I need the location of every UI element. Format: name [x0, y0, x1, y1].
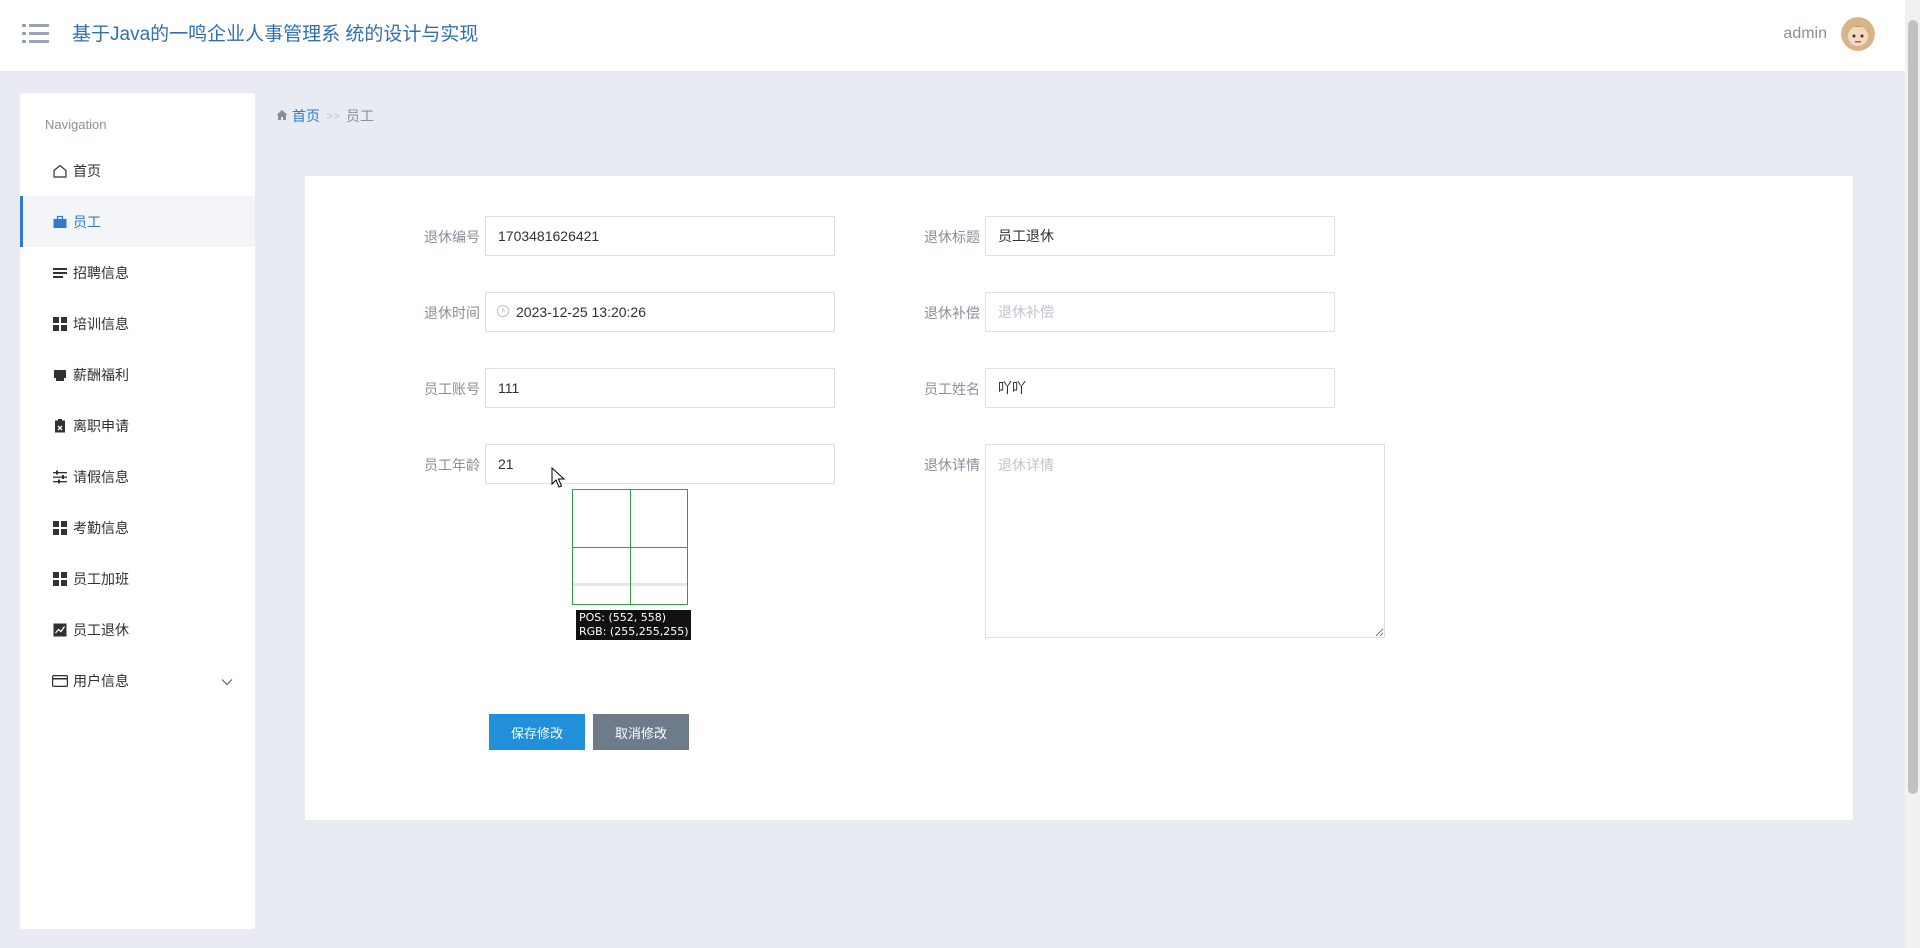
top-header: 基于Java的一鸣企业人事管理系 统的设计与实现 admin [0, 0, 1920, 71]
sidebar-item-label: 薪酬福利 [73, 366, 129, 383]
sidebar-item-user-info[interactable]: 用户信息 [20, 655, 255, 706]
sidebar-item-resignation[interactable]: 离职申请 [20, 400, 255, 451]
magnifier-crosshair-horizontal [573, 547, 687, 548]
page-scrollbar[interactable] [1905, 0, 1920, 948]
nav-heading: Navigation [45, 117, 107, 132]
sidebar-item-training[interactable]: 培训信息 [20, 298, 255, 349]
retire-detail-label: 退休详情 [924, 457, 980, 473]
sidebar-item-employee[interactable]: 员工 [20, 196, 255, 247]
retire-no-label: 退休编号 [424, 229, 480, 245]
sidebar-item-label: 培训信息 [73, 315, 129, 332]
sidebar-item-label: 员工 [73, 213, 101, 230]
rgb-readout: RGB: (255,255,255) [579, 625, 689, 638]
sidebar-item-label: 首页 [73, 162, 101, 179]
sidebar-item-retirement[interactable]: 员工退休 [20, 604, 255, 655]
grid-icon [52, 520, 68, 536]
retire-title-label: 退休标题 [924, 229, 980, 245]
list-icon [52, 265, 68, 281]
sidebar-item-attendance[interactable]: 考勤信息 [20, 502, 255, 553]
sidebar-item-recruitment[interactable]: 招聘信息 [20, 247, 255, 298]
save-button[interactable]: 保存修改 [489, 714, 585, 750]
sidebar-item-label: 招聘信息 [73, 264, 129, 281]
sidebar-item-label: 员工加班 [73, 570, 129, 587]
pos-readout: POS: (552, 558) [579, 611, 667, 624]
retire-comp-label: 退休补偿 [924, 305, 980, 321]
grid-icon [52, 571, 68, 587]
emp-name-label: 员工姓名 [924, 381, 980, 397]
sidebar-item-overtime[interactable]: 员工加班 [20, 553, 255, 604]
pixel-readout: POS: (552, 558) RGB: (255,255,255) [576, 610, 692, 640]
clipboard-icon [52, 418, 68, 434]
retire-detail-textarea[interactable] [985, 444, 1385, 638]
sidebar-item-label: 考勤信息 [73, 519, 129, 536]
emp-name-input[interactable] [985, 368, 1335, 408]
retire-time-label: 退休时间 [424, 305, 480, 321]
cancel-button[interactable]: 取消修改 [593, 714, 689, 750]
sidebar-item-label: 员工退休 [73, 621, 129, 638]
breadcrumb-separator: >> [326, 109, 341, 123]
breadcrumb-home-link[interactable]: 首页 [292, 106, 320, 126]
retire-time-picker[interactable] [485, 292, 835, 332]
breadcrumb-current: 员工 [346, 108, 375, 124]
user-name: admin [1783, 25, 1827, 42]
printer-icon [52, 367, 68, 383]
emp-account-input[interactable] [485, 368, 835, 408]
sidebar-item-label: 离职申请 [73, 417, 129, 434]
retire-comp-input[interactable] [985, 292, 1335, 332]
home-icon [52, 163, 68, 179]
scrollbar-thumb[interactable] [1908, 20, 1918, 794]
card-icon [52, 673, 68, 689]
sliders-icon [52, 469, 68, 485]
sidebar-item-leave[interactable]: 请假信息 [20, 451, 255, 502]
chart-icon [52, 622, 68, 638]
sidebar-item-home[interactable]: 首页 [20, 145, 255, 196]
emp-age-input[interactable] [485, 444, 835, 484]
breadcrumb: 首页 >> 员工 [276, 106, 374, 126]
retirement-edit-form: 退休编号 退休标题 退休时间 退休补偿 员工账号 员工姓名 员工年龄 退休详情 … [305, 176, 1853, 820]
emp-account-label: 员工账号 [424, 381, 480, 397]
chevron-down-icon[interactable] [221, 673, 233, 689]
user-menu[interactable]: admin [1783, 17, 1875, 51]
clock-icon [496, 304, 510, 318]
emp-age-label: 员工年龄 [424, 457, 480, 473]
briefcase-icon [52, 214, 68, 230]
grid-icon [52, 316, 68, 332]
home-icon [276, 108, 288, 124]
sidebar-item-label: 请假信息 [73, 468, 129, 485]
sidebar: Navigation 首页 员工 招聘信息 培训信息 薪酬福利 离职申请 请假信… [20, 93, 255, 929]
app-title: 基于Java的一鸣企业人事管理系 统的设计与实现 [72, 24, 479, 45]
sidebar-item-label: 用户信息 [73, 672, 129, 689]
mouse-cursor-icon [551, 466, 566, 489]
sidebar-item-salary[interactable]: 薪酬福利 [20, 349, 255, 400]
menu-toggle-icon[interactable] [22, 22, 52, 46]
avatar[interactable] [1841, 17, 1875, 51]
pixel-magnifier [572, 489, 688, 605]
nav-list: 首页 员工 招聘信息 培训信息 薪酬福利 离职申请 请假信息 考勤信息 员工加班… [20, 145, 255, 706]
retire-title-input[interactable] [985, 216, 1335, 256]
retire-no-input[interactable] [485, 216, 835, 256]
